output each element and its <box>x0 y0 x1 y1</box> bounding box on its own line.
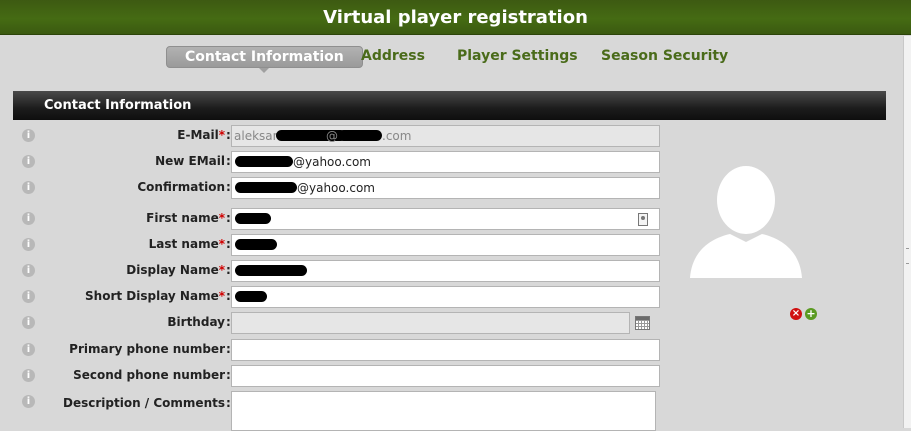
info-icon[interactable]: i <box>22 316 35 329</box>
birthday-row: i Birthday : <box>0 312 680 334</box>
second-phone-field[interactable] <box>231 365 660 387</box>
description-label: Description / Comments <box>63 396 225 410</box>
scrollbar-grip[interactable] <box>906 248 909 264</box>
display-name-label: Display Name* <box>126 263 225 277</box>
primary-phone-field[interactable] <box>231 339 660 361</box>
display-name-row: i Display Name* : <box>0 260 680 282</box>
last-name-label: Last name* <box>148 237 225 251</box>
first-name-label: First name* <box>146 211 225 225</box>
primary-phone-label: Primary phone number <box>69 342 225 356</box>
redaction <box>235 291 267 302</box>
confirmation-field[interactable]: @yahoo.com <box>231 177 660 199</box>
info-icon[interactable]: i <box>22 155 35 168</box>
avatar-placeholder[interactable] <box>688 162 804 280</box>
new-email-label: New EMail <box>155 154 225 168</box>
description-row: i Description / Comments : <box>0 391 680 431</box>
email-label: E-Mail* <box>177 128 225 142</box>
window-title: Virtual player registration <box>0 0 911 35</box>
info-icon[interactable]: i <box>22 290 35 303</box>
contact-card-icon[interactable] <box>638 213 648 226</box>
last-name-row: i Last name* : <box>0 234 680 256</box>
redaction <box>338 130 382 141</box>
tab-player-settings[interactable]: Player Settings <box>457 46 578 66</box>
scrollbar[interactable] <box>903 36 911 428</box>
new-email-row: i New EMail : @yahoo.com <box>0 151 680 173</box>
redaction <box>235 239 277 250</box>
add-icon[interactable]: + <box>805 308 817 320</box>
info-icon[interactable]: i <box>22 395 35 408</box>
last-name-field[interactable] <box>231 234 660 256</box>
tab-season-security[interactable]: Season Security <box>601 46 728 66</box>
display-name-field[interactable] <box>231 260 660 282</box>
short-display-name-label: Short Display Name* <box>85 289 225 303</box>
info-icon[interactable]: i <box>22 238 35 251</box>
description-field[interactable] <box>231 391 656 431</box>
info-icon[interactable]: i <box>22 212 35 225</box>
first-name-field[interactable] <box>231 208 660 230</box>
new-email-field[interactable]: @yahoo.com <box>231 151 660 173</box>
info-icon[interactable]: i <box>22 343 35 356</box>
second-phone-row: i Second phone number : <box>0 365 680 387</box>
email-row: i E-Mail* : aleksan @ .com <box>0 125 680 147</box>
second-phone-label: Second phone number <box>73 368 225 382</box>
info-icon[interactable]: i <box>22 369 35 382</box>
remove-icon[interactable]: × <box>790 308 802 320</box>
section-header: Contact Information <box>13 91 886 120</box>
redaction <box>235 265 307 276</box>
birthday-field[interactable] <box>231 312 630 334</box>
short-display-name-row: i Short Display Name* : <box>0 286 680 308</box>
tab-contact-information[interactable]: Contact Information <box>166 46 363 73</box>
redaction <box>235 182 297 193</box>
calendar-icon[interactable] <box>635 316 650 330</box>
confirmation-row: i Confirmation : @yahoo.com <box>0 177 680 199</box>
info-icon[interactable]: i <box>22 181 35 194</box>
primary-phone-row: i Primary phone number : <box>0 339 680 361</box>
tab-address[interactable]: Address <box>361 46 425 66</box>
redaction <box>235 213 271 224</box>
confirmation-label: Confirmation <box>137 180 225 194</box>
first-name-row: i First name* : <box>0 208 680 230</box>
email-field[interactable]: aleksan @ .com <box>231 125 660 147</box>
redaction <box>235 156 293 167</box>
info-icon[interactable]: i <box>22 264 35 277</box>
info-icon[interactable]: i <box>22 129 35 142</box>
short-display-name-field[interactable] <box>231 286 660 308</box>
birthday-label: Birthday <box>167 315 225 329</box>
